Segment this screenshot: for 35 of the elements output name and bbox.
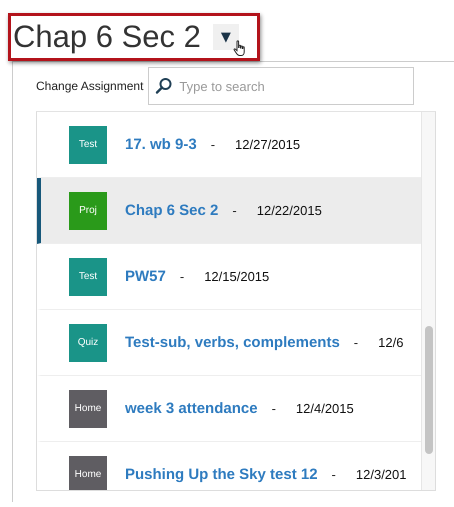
due-date: 12/6	[378, 335, 404, 350]
due-date: 12/4/2015	[296, 401, 354, 416]
due-date: 12/27/2015	[235, 137, 300, 152]
scrollbar[interactable]	[421, 112, 435, 490]
assignment-row[interactable]: Home Pushing Up the Sky test 12 - 12/3/201	[37, 442, 421, 490]
type-badge: Proj	[69, 192, 107, 230]
separator-text: -	[210, 137, 216, 152]
separator-text: -	[332, 467, 336, 482]
assignment-link[interactable]: Pushing Up the Sky test 12	[125, 466, 318, 483]
type-badge: Home	[69, 390, 107, 428]
assignment-row[interactable]: Quiz Test-sub, verbs, complements - 12/6	[37, 310, 421, 376]
change-assignment-label: Change Assignment	[36, 79, 144, 93]
type-badge: Quiz	[69, 324, 107, 362]
assignment-link[interactable]: PW57	[125, 268, 166, 285]
assignment-link[interactable]: week 3 attendance	[125, 400, 258, 417]
assignment-link[interactable]: Chap 6 Sec 2	[125, 202, 218, 219]
assignment-row[interactable]: Home week 3 attendance - 12/4/2015	[37, 376, 421, 442]
assignment-link[interactable]: 17. wb 9-3	[125, 136, 197, 153]
separator-text: -	[354, 335, 358, 350]
separator-text: -	[272, 401, 276, 416]
type-badge: Test	[69, 258, 107, 296]
due-date: 12/3/201	[356, 467, 406, 482]
assignment-row[interactable]: Proj Chap 6 Sec 2 - 12/22/2015	[37, 178, 421, 244]
assignment-link[interactable]: Test-sub, verbs, complements	[125, 334, 340, 351]
due-date: 12/22/2015	[256, 203, 322, 218]
search-field[interactable]: Type to search	[148, 67, 414, 105]
type-badge: Home	[69, 456, 107, 490]
assignment-title: Chap 6 Sec 2	[13, 19, 201, 55]
separator-text: -	[232, 203, 237, 218]
type-badge: Test	[69, 126, 107, 164]
hand-cursor-icon	[233, 40, 247, 57]
dropdown-button[interactable]: ▼	[212, 24, 239, 50]
assignment-row[interactable]: Test PW57 - 12/15/2015	[37, 244, 421, 310]
due-date: 12/15/2015	[204, 269, 270, 284]
separator-text: -	[180, 269, 184, 284]
